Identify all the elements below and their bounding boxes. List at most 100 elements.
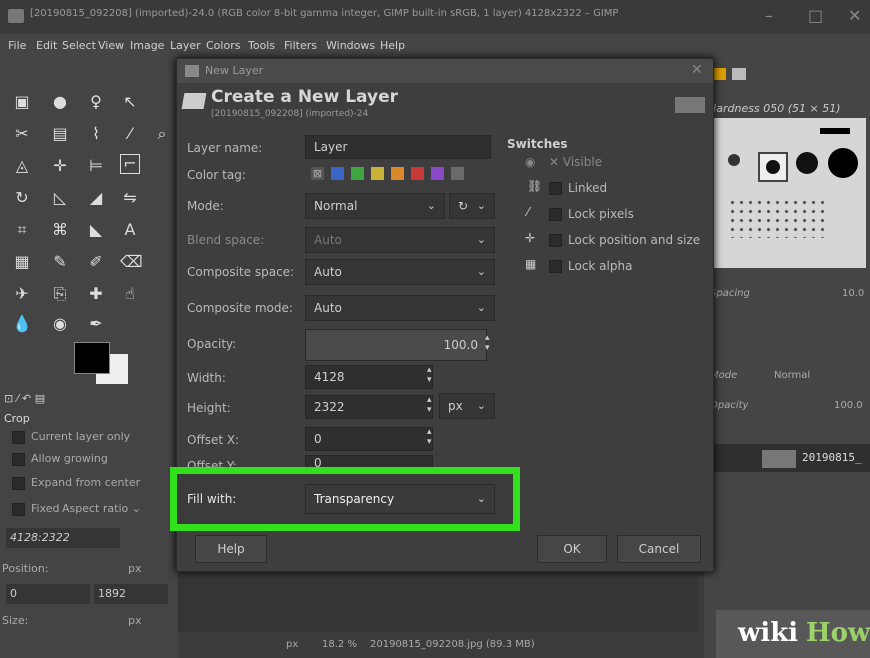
menu-filters[interactable]: Filters bbox=[284, 39, 317, 52]
unit-select[interactable]: px ⌄ bbox=[439, 393, 495, 419]
paintbrush-icon[interactable]: ✐ bbox=[86, 252, 106, 272]
color-tag-red[interactable] bbox=[411, 167, 424, 180]
bucket-fill-icon[interactable]: ◣ bbox=[86, 220, 106, 240]
maximize-button[interactable]: □ bbox=[808, 6, 823, 25]
menu-colors[interactable]: Colors bbox=[206, 39, 240, 52]
scissors-icon[interactable]: ✂ bbox=[12, 124, 32, 144]
airbrush-icon[interactable]: ✈ bbox=[12, 284, 32, 304]
color-tag-green[interactable] bbox=[351, 167, 364, 180]
menu-select[interactable]: Select bbox=[62, 39, 96, 52]
color-tag-orange[interactable] bbox=[391, 167, 404, 180]
minimize-button[interactable]: – bbox=[765, 6, 773, 25]
flip-icon[interactable]: ⇋ bbox=[120, 188, 140, 208]
dock-tab-icon[interactable] bbox=[712, 68, 726, 80]
move-icon[interactable]: ✛ bbox=[50, 156, 70, 176]
layer-row[interactable]: 20190815_ bbox=[704, 444, 870, 472]
cancel-button[interactable]: Cancel bbox=[617, 535, 701, 563]
warp-icon[interactable]: ⌘ bbox=[50, 220, 70, 240]
close-button[interactable]: ✕ bbox=[848, 6, 861, 25]
foreground-color[interactable] bbox=[74, 342, 110, 374]
menu-image[interactable]: Image bbox=[130, 39, 164, 52]
dodge-icon[interactable]: ◉ bbox=[50, 314, 70, 334]
spacing-value[interactable]: 10.0 bbox=[842, 288, 864, 299]
paths-icon[interactable]: ⌇ bbox=[86, 124, 106, 144]
current-layer-only-checkbox[interactable]: Current layer only bbox=[12, 430, 130, 444]
height-input[interactable]: 2322 bbox=[305, 395, 433, 419]
linked-switch[interactable]: Linked bbox=[549, 181, 607, 195]
menu-tools[interactable]: Tools bbox=[248, 39, 275, 52]
zoom-icon[interactable]: ⌕ bbox=[152, 124, 172, 144]
opacity-slider[interactable]: 100.0 bbox=[305, 329, 487, 361]
cage-icon[interactable]: ⌗ bbox=[12, 220, 32, 240]
lock-pixels-switch[interactable]: Lock pixels bbox=[549, 207, 634, 221]
composite-mode-select[interactable]: Auto ⌄ bbox=[305, 295, 495, 321]
width-input[interactable]: 4128 bbox=[305, 365, 433, 389]
brush-grid[interactable] bbox=[708, 118, 866, 268]
tool-option-tabs[interactable]: ⊡ ⁄ ↶ ▤ bbox=[4, 392, 45, 405]
layer-mode-select[interactable]: Normal bbox=[774, 370, 810, 381]
color-tag-blue[interactable] bbox=[331, 167, 344, 180]
layer-opacity-value[interactable]: 100.0 bbox=[834, 400, 863, 411]
foreground-select-icon[interactable]: ▤ bbox=[50, 124, 70, 144]
dialog-close-icon[interactable]: ✕ bbox=[691, 62, 703, 78]
ellipse-select-icon[interactable]: ● bbox=[50, 92, 70, 112]
size-unit-select[interactable]: px bbox=[128, 614, 142, 627]
position-y-field[interactable]: 1892 bbox=[94, 584, 168, 604]
clone-icon[interactable]: ⎘ bbox=[50, 284, 70, 304]
zoom-select[interactable]: 18.2 % bbox=[322, 639, 357, 650]
color-tag-none[interactable]: ⊠ bbox=[311, 167, 324, 180]
crop-icon[interactable]: ⌐ bbox=[120, 154, 140, 174]
mode-group-select[interactable]: ↻ ⌄ bbox=[449, 193, 495, 219]
blend-space-select[interactable]: Auto ⌄ bbox=[305, 227, 495, 253]
expand-from-center-checkbox[interactable]: Expand from center bbox=[12, 476, 140, 490]
offset-x-spin-arrows[interactable]: ▴ ▾ bbox=[427, 427, 432, 447]
mode-select[interactable]: Normal ⌄ bbox=[305, 193, 445, 219]
menu-help[interactable]: Help bbox=[380, 39, 405, 52]
smudge-icon[interactable]: ☝ bbox=[120, 284, 140, 304]
fill-with-select[interactable]: Transparency ⌄ bbox=[305, 484, 495, 514]
color-tag-yellow[interactable] bbox=[371, 167, 384, 180]
menu-edit[interactable]: Edit bbox=[36, 39, 57, 52]
measure-icon[interactable]: ◬ bbox=[12, 156, 32, 176]
shear-icon[interactable]: ◺ bbox=[50, 188, 70, 208]
color-picker-icon[interactable]: ⁄ bbox=[120, 124, 140, 144]
visible-switch[interactable]: ✕ Visible bbox=[549, 155, 602, 169]
allow-growing-checkbox[interactable]: Allow growing bbox=[12, 452, 108, 466]
opacity-spin-arrows[interactable]: ▴ ▾ bbox=[485, 333, 490, 353]
align-icon[interactable]: ⊨ bbox=[86, 156, 106, 176]
rotate-icon[interactable]: ↻ bbox=[12, 188, 32, 208]
lasso-icon[interactable]: ♀ bbox=[86, 92, 106, 112]
ratio-field[interactable]: 4128:2322 bbox=[6, 528, 120, 548]
help-button[interactable]: Help bbox=[195, 535, 267, 563]
aspect-ratio-select[interactable]: Aspect ratio ⌄ bbox=[62, 502, 141, 515]
perspective-icon[interactable]: ◢ bbox=[86, 188, 106, 208]
rect-select-icon[interactable]: ▣ bbox=[12, 92, 32, 112]
dock-tab-icon-2[interactable] bbox=[732, 68, 746, 80]
width-spin-arrows[interactable]: ▴ ▾ bbox=[427, 365, 432, 385]
height-spin-arrows[interactable]: ▴ ▾ bbox=[427, 395, 432, 415]
fuzzy-select-icon[interactable]: ↖ bbox=[120, 92, 140, 112]
position-unit-select[interactable]: px bbox=[128, 562, 142, 575]
blur-icon[interactable]: 💧 bbox=[12, 314, 32, 334]
menu-view[interactable]: View bbox=[98, 39, 124, 52]
offset-x-input[interactable]: 0 bbox=[305, 427, 433, 451]
ok-button[interactable]: OK bbox=[537, 535, 607, 563]
color-tag-violet[interactable] bbox=[431, 167, 444, 180]
lock-position-switch[interactable]: Lock position and size bbox=[549, 233, 700, 247]
position-x-field[interactable]: 0 bbox=[6, 584, 90, 604]
lock-alpha-switch[interactable]: Lock alpha bbox=[549, 259, 632, 273]
composite-space-select[interactable]: Auto ⌄ bbox=[305, 259, 495, 285]
menu-windows[interactable]: Windows bbox=[326, 39, 375, 52]
color-tag-gray[interactable] bbox=[451, 167, 464, 180]
pencil-icon[interactable]: ✎ bbox=[50, 252, 70, 272]
eraser-icon[interactable]: ⌫ bbox=[120, 252, 143, 272]
fixed-checkbox[interactable]: Fixed bbox=[12, 502, 60, 516]
heal-icon[interactable]: ✚ bbox=[86, 284, 106, 304]
layer-name-input[interactable]: Layer bbox=[305, 135, 491, 159]
gradient-icon[interactable]: ▦ bbox=[12, 252, 32, 272]
menu-file[interactable]: File bbox=[8, 39, 26, 52]
status-unit-select[interactable]: px bbox=[286, 639, 298, 650]
menu-layer[interactable]: Layer bbox=[170, 39, 201, 52]
ink-icon[interactable]: ✒ bbox=[86, 314, 106, 334]
text-icon[interactable]: A bbox=[120, 220, 140, 240]
